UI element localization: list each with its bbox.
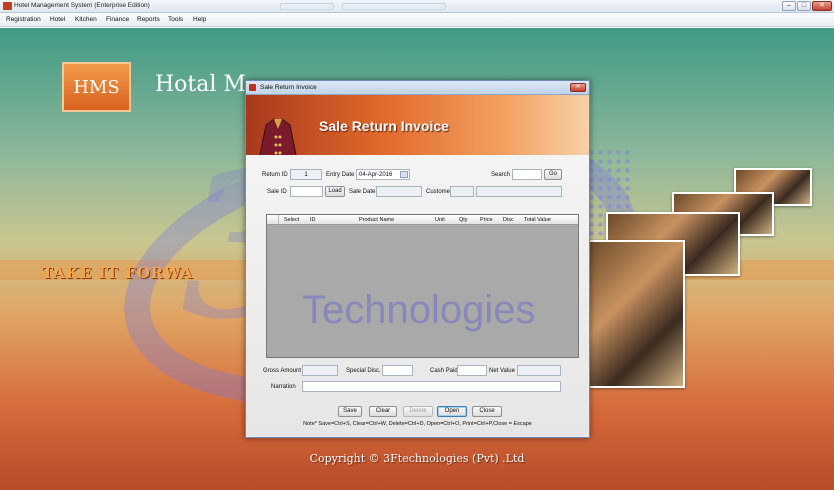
narration-label: Narration — [271, 384, 296, 390]
grid-row-header — [267, 215, 279, 224]
col-price[interactable]: Price — [480, 217, 493, 223]
grid-header: Select ID Product Name Unit Qty Price Di… — [267, 215, 578, 225]
calendar-dropdown-icon[interactable] — [400, 171, 408, 178]
return-id-field[interactable]: 1 — [290, 169, 322, 180]
sale-date-field[interactable] — [376, 186, 422, 197]
menu-tools[interactable]: Tools — [168, 16, 183, 23]
close-button[interactable]: Close — [472, 406, 502, 417]
invoice-items-grid[interactable]: Select ID Product Name Unit Qty Price Di… — [266, 214, 579, 358]
menu-help[interactable]: Help — [193, 16, 206, 23]
col-unit[interactable]: Unit — [435, 217, 445, 223]
menu-hotel[interactable]: Hotel — [50, 16, 65, 23]
entry-date-label: Entry Date — [326, 172, 355, 178]
save-button[interactable]: Save — [338, 406, 362, 417]
dialog-title: Sale Return Invoice — [260, 84, 317, 91]
menu-reports[interactable]: Reports — [137, 16, 160, 23]
customer-name-field[interactable] — [476, 186, 562, 197]
narration-input[interactable] — [302, 381, 561, 392]
copyright: Copyright © 3Ftechnologies (Pvt) .Ltd — [309, 452, 525, 465]
brand-title: Hotal M — [155, 72, 246, 97]
menu-bar: Registration Hotel Kitchen Finance Repor… — [0, 13, 834, 27]
menu-registration[interactable]: Registration — [6, 16, 41, 23]
dialog-heading: Sale Return Invoice — [319, 118, 449, 134]
search-label: Search — [491, 172, 511, 178]
background-window-tab — [280, 3, 334, 10]
sale-id-label: Sale ID — [267, 189, 287, 195]
gross-amount-field[interactable] — [302, 365, 338, 376]
search-input[interactable] — [512, 169, 542, 180]
load-button[interactable]: Load — [325, 186, 345, 197]
special-disc-label: Special Disc. — [346, 368, 381, 374]
maximize-button[interactable]: □ — [797, 1, 811, 11]
col-disc[interactable]: Disc — [503, 217, 514, 223]
customer-code-field[interactable] — [450, 186, 474, 197]
col-product-name[interactable]: Product Name — [359, 217, 394, 223]
cash-paid-field[interactable] — [457, 365, 487, 376]
tagline: TAKE IT FORWA — [42, 264, 194, 282]
dialog-banner: Sale Return Invoice — [246, 95, 589, 162]
close-window-button[interactable]: ✕ — [812, 1, 832, 11]
dialog-titlebar: Sale Return Invoice ✕ — [246, 81, 589, 95]
clear-button[interactable]: Clear — [369, 406, 397, 417]
gross-amount-label: Gross Amount — [263, 368, 302, 374]
col-total-value[interactable]: Total Value — [524, 217, 551, 223]
sale-return-dialog: Sale Return Invoice ✕ Sale Return Invoic… — [245, 80, 590, 438]
hms-logo: HMS — [62, 62, 131, 112]
app-icon — [3, 2, 12, 10]
delete-button[interactable]: Delete — [403, 406, 433, 417]
sale-id-field[interactable] — [290, 186, 323, 197]
watermark-technologies: Technologies — [302, 288, 536, 332]
col-id[interactable]: ID — [310, 217, 316, 223]
hotel-photo — [585, 240, 685, 388]
dialog-close-button[interactable]: ✕ — [570, 83, 586, 92]
net-value-field[interactable] — [517, 365, 561, 376]
minimize-button[interactable]: – — [782, 1, 796, 11]
background-window-tab — [342, 3, 446, 10]
col-select[interactable]: Select — [284, 217, 299, 223]
go-button[interactable]: Go — [544, 169, 562, 180]
col-qty[interactable]: Qty — [459, 217, 468, 223]
shortcut-note: Note* Save=Ctrl+S, Clear=Ctrl+W, Delete=… — [303, 421, 532, 427]
net-value-label: Net Value — [489, 368, 515, 374]
customer-label: Customer — [426, 189, 453, 195]
window-title: Hotel Management System (Enterprise Edit… — [14, 2, 150, 9]
entry-date-value: 04-Apr-2016 — [359, 172, 393, 178]
return-id-label: Return ID — [262, 172, 288, 178]
cash-paid-label: Cash Paid — [430, 368, 458, 374]
entry-date-picker[interactable]: 04-Apr-2016 — [356, 169, 410, 180]
menu-kitchen[interactable]: Kitchen — [75, 16, 97, 23]
sale-date-label: Sale Date — [349, 189, 376, 195]
special-disc-field[interactable] — [382, 365, 413, 376]
window-titlebar: Hotel Management System (Enterprise Edit… — [0, 0, 834, 13]
open-button[interactable]: Open — [437, 406, 467, 417]
menu-finance[interactable]: Finance — [106, 16, 129, 23]
dialog-icon — [249, 84, 256, 91]
